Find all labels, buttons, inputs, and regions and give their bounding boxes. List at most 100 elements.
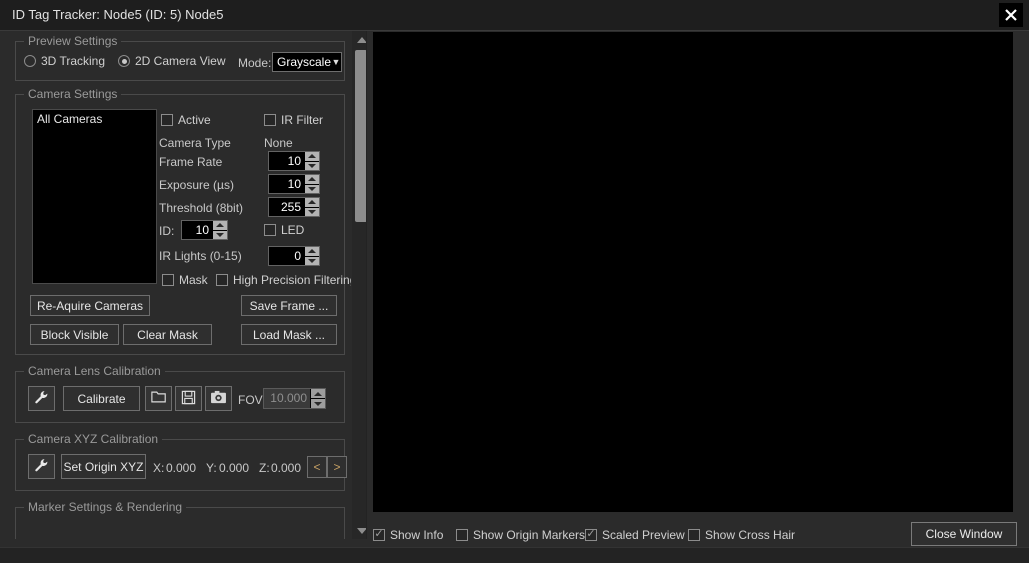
snapshot-button[interactable] bbox=[205, 386, 232, 411]
group-label-camera-xyz-calibration: Camera XYZ Calibration bbox=[24, 432, 163, 446]
stepper-down-icon[interactable] bbox=[304, 207, 319, 216]
fov-stepper[interactable]: 10.000 bbox=[263, 388, 326, 409]
fov-value[interactable]: 10.000 bbox=[264, 389, 310, 408]
group-label-camera-lens-calibration: Camera Lens Calibration bbox=[24, 364, 165, 378]
exposure-stepper[interactable]: 10 bbox=[268, 174, 320, 194]
checkbox-indicator-active bbox=[161, 114, 173, 126]
threshold-stepper[interactable]: 255 bbox=[268, 197, 320, 217]
ir-lights-stepper-buttons bbox=[304, 247, 319, 265]
checkbox-indicator-show-cross-hair bbox=[688, 529, 700, 541]
lens-calibration-wrench-button[interactable] bbox=[28, 386, 55, 411]
x-value: 0.000 bbox=[166, 461, 197, 475]
stepper-down-icon[interactable] bbox=[212, 230, 227, 239]
group-marker-settings-rendering: Marker Settings & Rendering bbox=[15, 500, 345, 539]
stepper-down-icon[interactable] bbox=[304, 256, 319, 265]
id-value[interactable]: 10 bbox=[182, 221, 212, 239]
frame-rate-value[interactable]: 10 bbox=[269, 152, 304, 170]
reacquire-cameras-button[interactable]: Re-Aquire Cameras bbox=[30, 295, 150, 316]
ir-lights-value[interactable]: 0 bbox=[269, 247, 304, 265]
load-mask-button[interactable]: Load Mask ... bbox=[241, 324, 337, 345]
camera-list[interactable]: All Cameras bbox=[32, 109, 157, 284]
checkbox-indicator-high-precision-filtering bbox=[216, 274, 228, 286]
mode-label: Mode: bbox=[238, 56, 272, 70]
exposure-value[interactable]: 10 bbox=[269, 175, 304, 193]
id-stepper[interactable]: 10 bbox=[181, 220, 228, 240]
settings-scrollbar[interactable] bbox=[352, 31, 366, 539]
exposure-label: Exposure (µs) bbox=[159, 178, 234, 192]
checkbox-show-info[interactable]: Show Info bbox=[373, 527, 444, 542]
frame-rate-stepper[interactable]: 10 bbox=[268, 151, 320, 171]
checkbox-scaled-preview[interactable]: Scaled Preview bbox=[585, 527, 685, 542]
checkbox-indicator-ir-filter bbox=[264, 114, 276, 126]
set-origin-xyz-button[interactable]: Set Origin XYZ bbox=[61, 454, 146, 479]
scroll-down-icon[interactable] bbox=[352, 522, 366, 539]
ir-lights-stepper[interactable]: 0 bbox=[268, 246, 320, 266]
checkbox-ir-filter[interactable]: IR Filter bbox=[264, 113, 323, 127]
save-frame-button[interactable]: Save Frame ... bbox=[241, 295, 337, 316]
stepper-up-icon[interactable] bbox=[212, 221, 227, 231]
checkbox-led[interactable]: LED bbox=[264, 223, 304, 237]
radio-label-3d-tracking: 3D Tracking bbox=[41, 54, 106, 68]
stepper-down-icon[interactable] bbox=[304, 161, 319, 170]
stepper-up-icon[interactable] bbox=[304, 198, 319, 208]
xyz-calibration-wrench-button[interactable] bbox=[28, 454, 55, 479]
checkbox-label-active: Active bbox=[178, 113, 211, 127]
checkbox-indicator-mask bbox=[162, 274, 174, 286]
clear-mask-button[interactable]: Clear Mask bbox=[123, 324, 212, 345]
group-camera-settings: Camera Settings All Cameras Active IR Fi… bbox=[15, 87, 351, 355]
stepper-up-icon[interactable] bbox=[304, 247, 319, 257]
block-visible-button[interactable]: Block Visible bbox=[30, 324, 119, 345]
stepper-down-icon[interactable] bbox=[310, 399, 325, 408]
checkbox-active[interactable]: Active bbox=[161, 113, 211, 127]
radio-indicator-2d-camera-view bbox=[118, 55, 130, 67]
camera-type-label: Camera Type bbox=[159, 136, 231, 150]
stepper-up-icon[interactable] bbox=[310, 389, 325, 399]
camera-icon bbox=[210, 390, 227, 407]
title-bar: ID Tag Tracker: Node5 (ID: 5) Node5 bbox=[0, 0, 1029, 31]
scroll-up-icon[interactable] bbox=[352, 31, 366, 48]
camera-preview-viewport[interactable] bbox=[373, 32, 1013, 512]
checkbox-label-mask: Mask bbox=[179, 273, 208, 287]
checkbox-label-show-cross-hair: Show Cross Hair bbox=[705, 528, 796, 542]
open-calibration-button[interactable] bbox=[145, 386, 172, 411]
checkbox-label-show-info: Show Info bbox=[390, 528, 444, 542]
checkbox-label-show-origin-markers: Show Origin Markers bbox=[473, 528, 586, 542]
exposure-stepper-buttons bbox=[304, 175, 319, 193]
checkbox-indicator-show-origin-markers bbox=[456, 529, 468, 541]
settings-panel: Preview Settings 3D Tracking 2D Camera V… bbox=[6, 31, 367, 539]
camera-type-value: None bbox=[264, 136, 293, 150]
prev-camera-button[interactable]: < bbox=[307, 456, 327, 478]
calibrate-button[interactable]: Calibrate bbox=[63, 386, 140, 411]
mode-select-value: Grayscale bbox=[277, 55, 332, 69]
next-camera-button[interactable]: > bbox=[327, 456, 347, 478]
checkbox-label-ir-filter: IR Filter bbox=[281, 113, 323, 127]
threshold-label: Threshold (8bit) bbox=[159, 201, 244, 215]
group-label-camera-settings: Camera Settings bbox=[24, 87, 122, 101]
checkbox-show-cross-hair[interactable]: Show Cross Hair bbox=[688, 528, 795, 542]
wrench-icon bbox=[34, 390, 49, 408]
checkbox-indicator-show-info bbox=[373, 527, 385, 541]
close-window-button[interactable]: Close Window bbox=[911, 522, 1017, 546]
checkbox-show-origin-markers[interactable]: Show Origin Markers bbox=[456, 528, 585, 542]
wrench-icon bbox=[34, 458, 49, 476]
stepper-up-icon[interactable] bbox=[304, 152, 319, 162]
id-label: ID: bbox=[159, 224, 175, 238]
settings-scroll-area: Preview Settings 3D Tracking 2D Camera V… bbox=[6, 31, 351, 539]
radio-label-2d-camera-view: 2D Camera View bbox=[135, 54, 226, 68]
checkbox-high-precision-filtering[interactable]: High Precision Filtering bbox=[216, 273, 351, 287]
radio-indicator-3d-tracking bbox=[24, 55, 36, 67]
threshold-value[interactable]: 255 bbox=[269, 198, 304, 216]
save-calibration-button[interactable] bbox=[175, 386, 202, 411]
floppy-disk-icon bbox=[181, 390, 196, 408]
radio-3d-tracking[interactable]: 3D Tracking bbox=[24, 54, 105, 68]
scrollbar-thumb[interactable] bbox=[355, 50, 366, 222]
radio-2d-camera-view[interactable]: 2D Camera View bbox=[118, 54, 225, 68]
list-item[interactable]: All Cameras bbox=[33, 110, 156, 128]
fov-label: FOV bbox=[238, 393, 263, 407]
ir-lights-label: IR Lights (0-15) bbox=[159, 249, 242, 263]
close-icon[interactable] bbox=[999, 3, 1023, 27]
mode-select[interactable]: Grayscale ▼ bbox=[272, 52, 342, 72]
checkbox-mask[interactable]: Mask bbox=[162, 273, 208, 287]
stepper-down-icon[interactable] bbox=[304, 184, 319, 193]
stepper-up-icon[interactable] bbox=[304, 175, 319, 185]
